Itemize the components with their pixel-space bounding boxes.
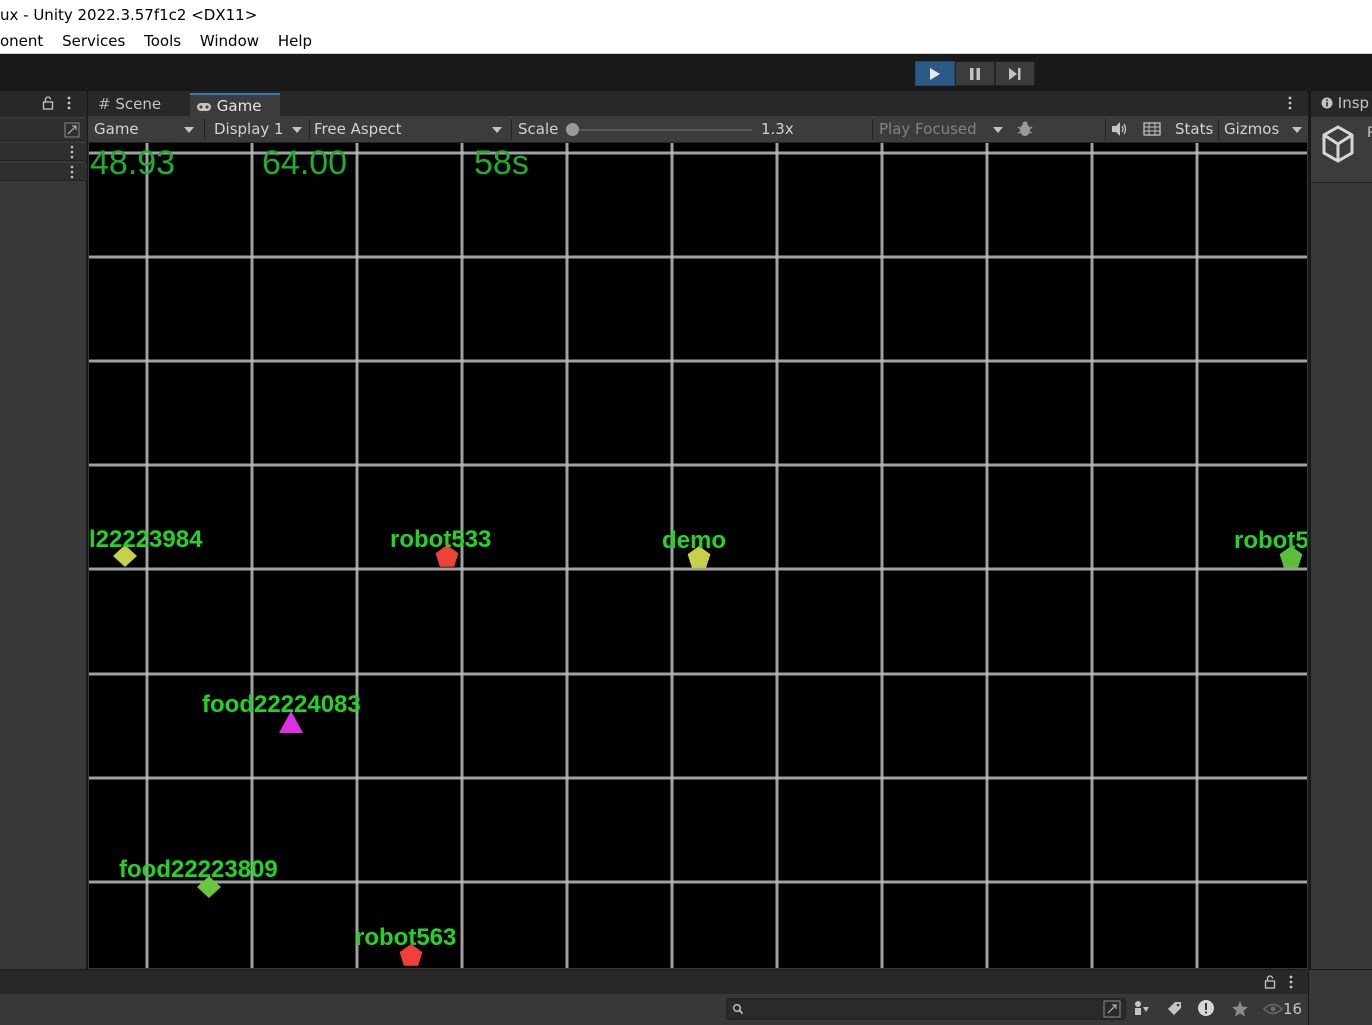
inspector-header: P	[1311, 117, 1372, 183]
star-icon[interactable]	[1231, 1000, 1249, 1018]
menu-item-component[interactable]: onent	[0, 30, 43, 52]
pause-button[interactable]	[955, 61, 995, 86]
bug-icon	[1017, 121, 1033, 136]
play-button[interactable]	[915, 61, 955, 86]
hierarchy-panel	[0, 91, 87, 969]
maximize-icon[interactable]	[64, 122, 80, 138]
more-options-icon[interactable]	[1287, 96, 1293, 110]
pause-icon	[970, 67, 980, 80]
game-viewport[interactable]: 48.93 64.00 58s l22223984 robot533 demo …	[89, 143, 1307, 968]
hierarchy-row[interactable]	[0, 143, 87, 161]
lock-icon[interactable]	[42, 96, 54, 110]
inspector-tab-bar: Insp	[1311, 91, 1372, 117]
game-tab-bar: # Scene Game	[88, 91, 1308, 116]
step-icon	[1009, 67, 1021, 80]
label-tag-icon[interactable]	[1165, 1000, 1183, 1018]
aspect-dropdown[interactable]: Free Aspect	[310, 116, 508, 143]
object-label: robot563	[355, 924, 457, 951]
window-title: ux - Unity 2022.3.57f1c2 <DX11>	[0, 6, 258, 24]
tab-inspector[interactable]: Insp	[1321, 94, 1369, 112]
view-mode-dropdown[interactable]: Game	[88, 116, 200, 143]
hud-timer: 58s	[474, 144, 529, 182]
object-label: demo	[662, 527, 727, 554]
tab-game-label: Game	[216, 97, 262, 115]
object-label: l22223984	[89, 526, 203, 553]
tab-game[interactable]: Game	[190, 93, 280, 116]
scale-slider[interactable]	[566, 116, 756, 143]
menu-item-help[interactable]: Help	[278, 30, 312, 52]
main-toolbar	[0, 54, 1372, 91]
object-label: robot533	[390, 526, 492, 553]
inspector-title-fragment: P	[1367, 125, 1372, 141]
menu-item-window[interactable]: Window	[200, 30, 259, 52]
scale-slider-thumb[interactable]	[566, 123, 579, 136]
more-options-icon[interactable]	[69, 145, 75, 159]
gizmos-dropdown[interactable]	[1284, 116, 1308, 143]
scale-slider-track	[572, 129, 752, 131]
scale-value: 1.3x	[761, 120, 794, 138]
inspector-panel: Insp P	[1309, 91, 1372, 969]
menu-item-tools[interactable]: Tools	[144, 30, 181, 52]
play-focused-label: Play Focused	[879, 120, 977, 138]
step-button[interactable]	[995, 61, 1035, 86]
mute-audio-button[interactable]	[1110, 116, 1132, 143]
hierarchy-search-row[interactable]	[0, 119, 87, 141]
menu-bar: onent Services Tools Window Help	[0, 30, 1372, 54]
hud-value-1: 48.93	[90, 144, 176, 182]
object-label: robot5	[1234, 527, 1307, 554]
separator	[1105, 119, 1106, 140]
object-label: food22223809	[119, 856, 278, 883]
filter-by-type-icon[interactable]	[1132, 999, 1150, 1017]
unity-cube-icon	[1322, 125, 1354, 163]
tab-scene-label: Scene	[115, 95, 162, 113]
shortcuts-button[interactable]	[1143, 116, 1165, 143]
tab-inspector-label: Insp	[1337, 94, 1370, 112]
gamepad-icon	[197, 103, 211, 111]
console-tab-bar	[0, 970, 1308, 994]
display-dropdown[interactable]: Display 1	[208, 116, 308, 143]
game-view-toolbar: Game Display 1 Free Aspect Scale 1.3x Pl…	[88, 116, 1308, 143]
game-panel: # Scene Game Game Display 1 Free Aspect …	[88, 91, 1308, 969]
hidden-count: 16	[1283, 1000, 1303, 1018]
separator	[1218, 119, 1219, 140]
console-toolbar: 16	[0, 994, 1308, 1025]
display-label: Display 1	[214, 120, 284, 138]
error-icon[interactable]	[1197, 999, 1215, 1017]
hierarchy-row[interactable]	[0, 163, 87, 181]
grid-icon: #	[98, 95, 111, 113]
lock-icon[interactable]	[1264, 975, 1276, 989]
gizmos-button[interactable]: Gizmos	[1224, 116, 1279, 143]
more-options-icon[interactable]	[69, 165, 75, 179]
keyboard-icon	[1143, 122, 1161, 136]
hierarchy-tab-bar	[0, 91, 87, 117]
scale-label: Scale	[518, 120, 559, 138]
object-markers	[113, 545, 1303, 966]
speaker-icon	[1112, 122, 1127, 136]
aspect-label: Free Aspect	[314, 120, 402, 138]
window-title-bar: ux - Unity 2022.3.57f1c2 <DX11>	[0, 0, 1372, 30]
info-icon	[1321, 97, 1333, 109]
console-search-input[interactable]	[726, 998, 1126, 1020]
search-icon	[733, 1004, 744, 1015]
view-mode-label: Game	[94, 120, 139, 138]
maximize-icon[interactable]	[1103, 1000, 1121, 1018]
tab-scene[interactable]: # Scene	[88, 93, 190, 116]
separator	[511, 119, 512, 140]
menu-item-services[interactable]: Services	[62, 30, 125, 52]
debug-button[interactable]	[1016, 116, 1040, 143]
separator	[204, 119, 205, 140]
eye-icon[interactable]	[1263, 1002, 1283, 1016]
stats-button[interactable]: Stats	[1175, 116, 1213, 143]
object-label: food22224083	[202, 691, 361, 718]
more-options-icon[interactable]	[66, 96, 72, 110]
hud-value-2: 64.00	[262, 144, 348, 182]
inspector-footer	[1309, 970, 1372, 1025]
play-focused-dropdown[interactable]: Play Focused	[873, 116, 1009, 143]
more-options-icon[interactable]	[1288, 975, 1294, 989]
play-icon	[930, 67, 940, 80]
